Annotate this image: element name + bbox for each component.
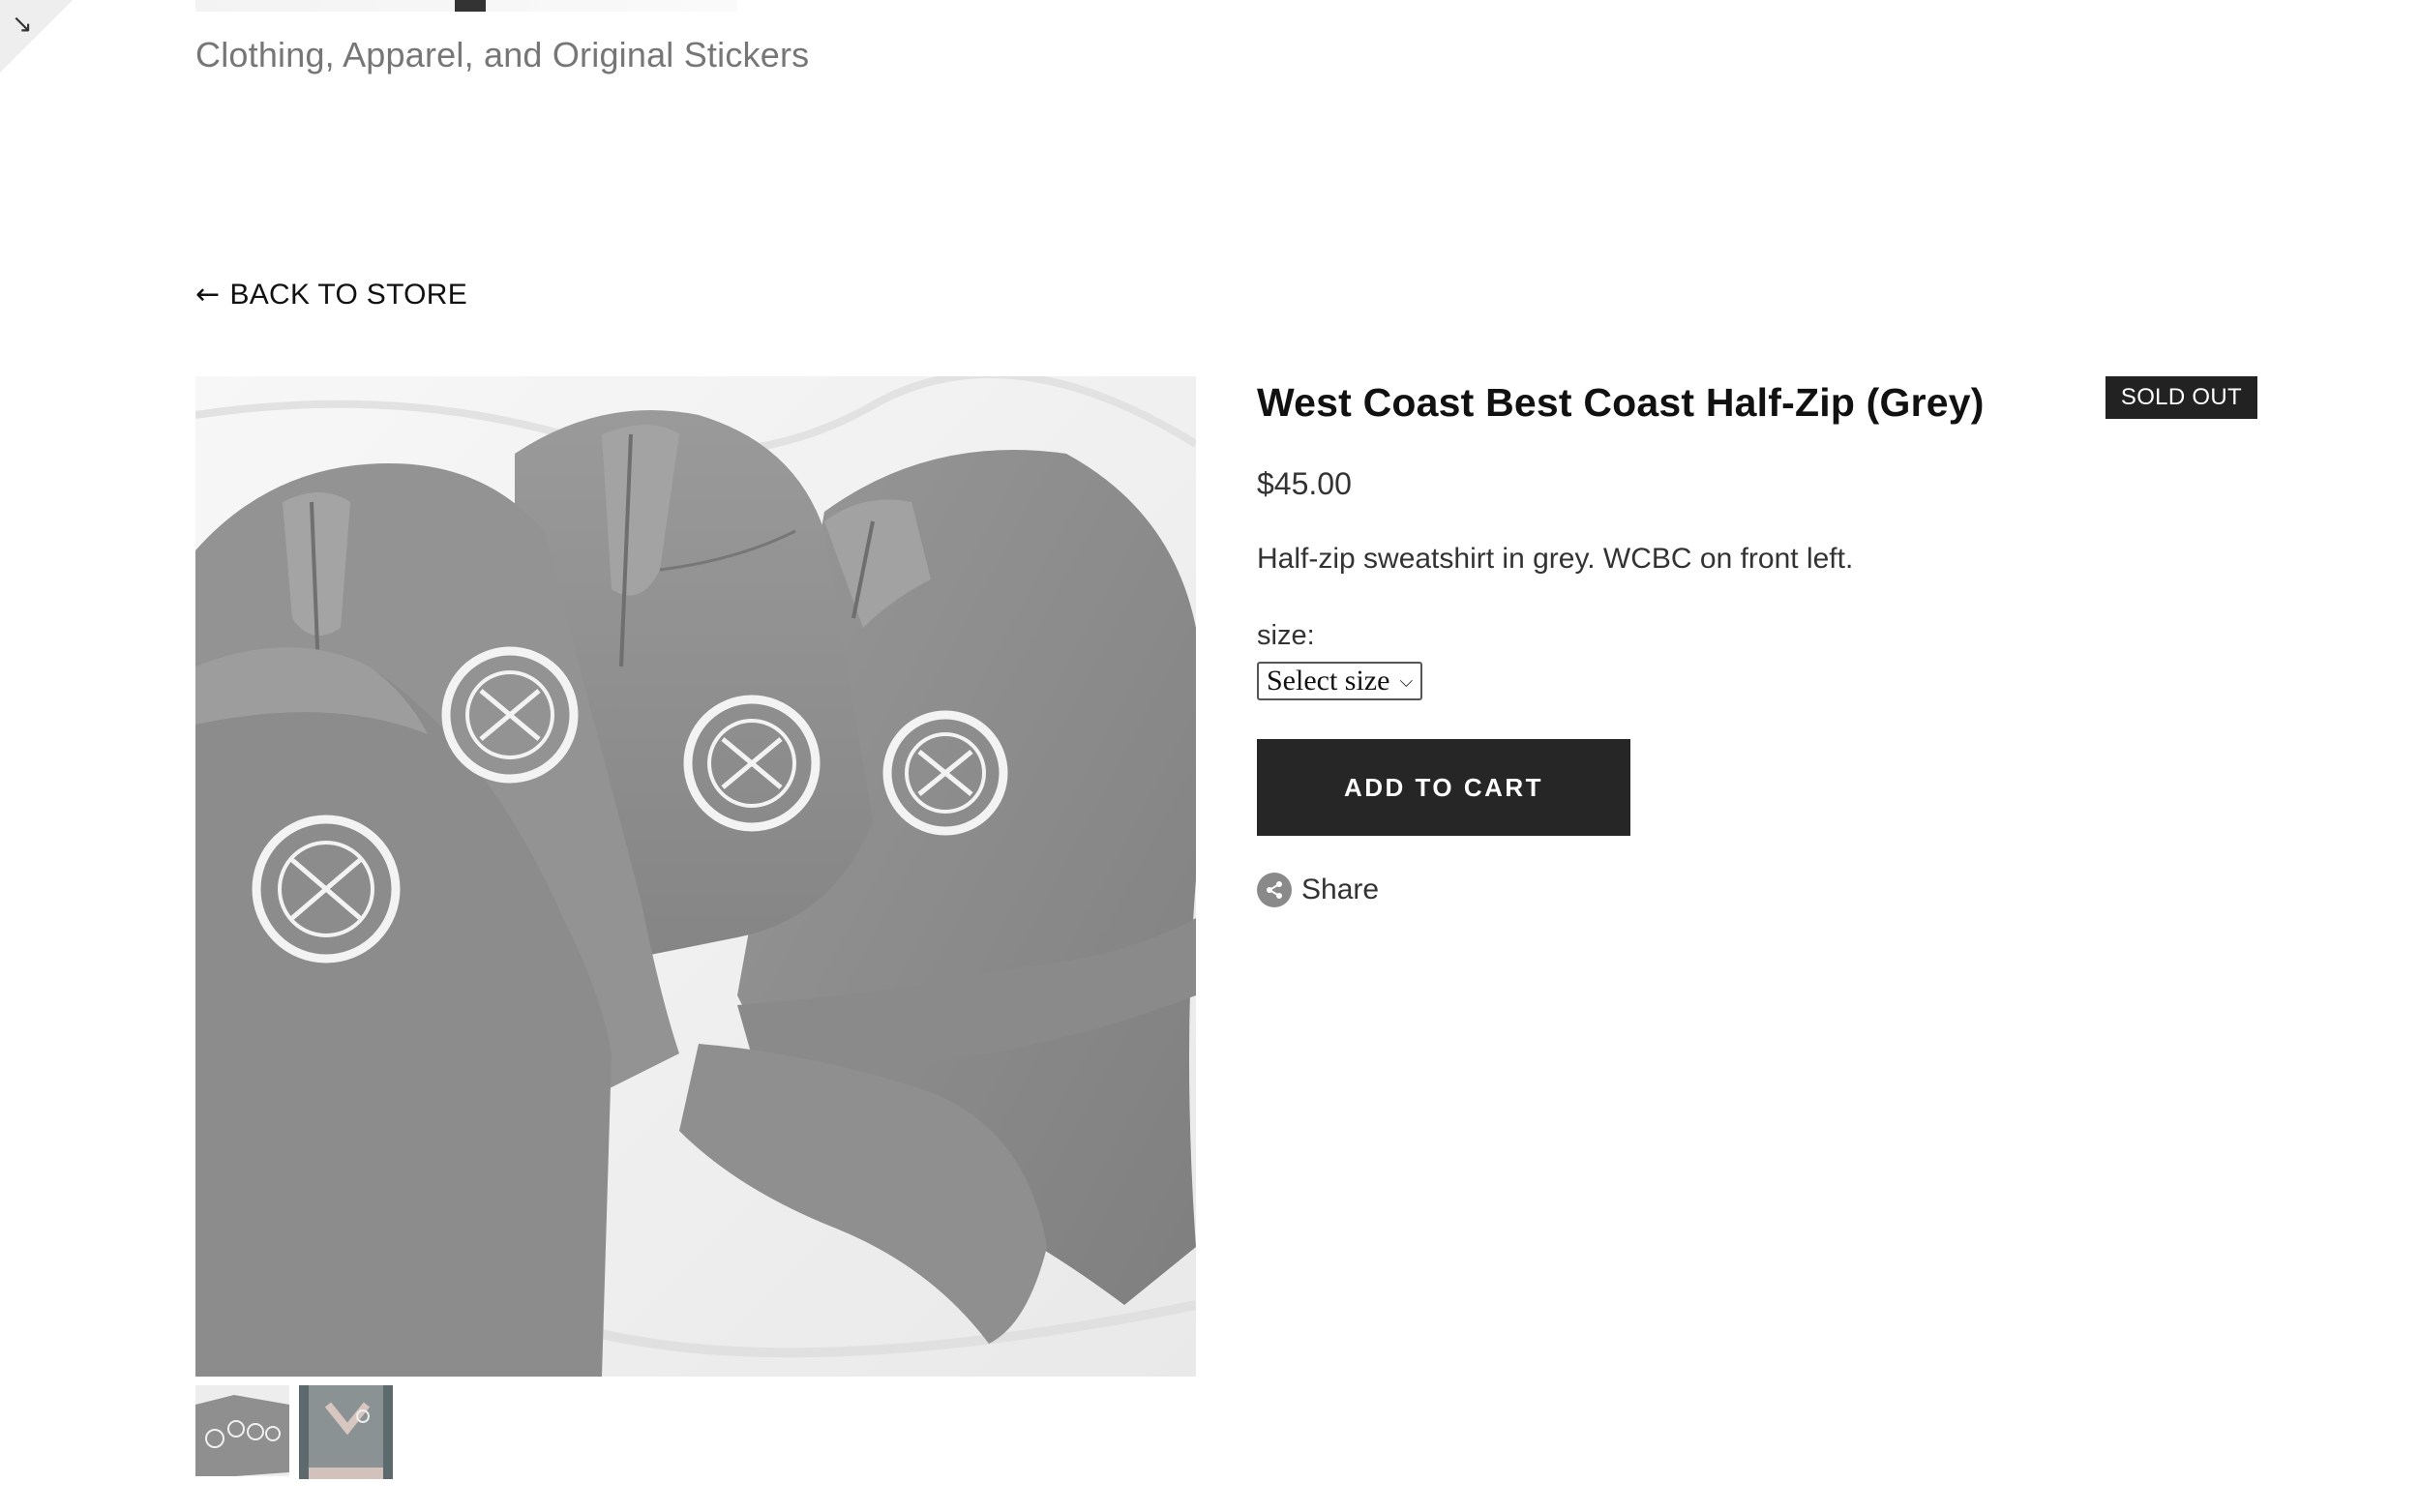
chevron-down-icon: ⌵ xyxy=(1399,670,1414,692)
expand-arrow-icon: ↘ xyxy=(12,10,33,39)
left-arrow-icon: ← xyxy=(195,278,221,311)
thumbnail-1[interactable] xyxy=(195,1385,289,1479)
share-label: Share xyxy=(1301,874,1380,905)
thumbnail-2-image xyxy=(299,1385,393,1479)
product-price: $45.00 xyxy=(1257,466,1352,501)
product-info: SOLD OUT West Coast Best Coast Half-Zip … xyxy=(1257,376,2257,907)
thumbnail-2[interactable] xyxy=(299,1385,393,1479)
product-description: Half-zip sweatshirt in grey. WCBC on fro… xyxy=(1257,543,1854,575)
add-to-cart-button[interactable]: ADD TO CART xyxy=(1257,739,1630,836)
logo-strip[interactable] xyxy=(195,0,737,12)
corner-fold[interactable]: ↘ xyxy=(0,0,73,73)
share-button[interactable]: Share xyxy=(1257,873,2257,907)
size-label: size: xyxy=(1257,620,1315,651)
back-to-store-label: BACK TO STORE xyxy=(229,278,468,311)
share-icon xyxy=(1257,873,1292,907)
sold-out-badge: SOLD OUT xyxy=(2105,376,2257,419)
logo-mark xyxy=(455,0,486,12)
back-to-store-link[interactable]: ← BACK TO STORE xyxy=(195,278,467,311)
store-tagline: Clothing, Apparel, and Original Stickers xyxy=(195,35,810,74)
product-main-image[interactable] xyxy=(195,376,1196,1377)
thumbnail-1-image xyxy=(195,1385,289,1476)
sweatshirt-photo xyxy=(195,376,1196,1377)
size-select[interactable]: Select size ⌵ xyxy=(1257,662,1423,700)
thumbnail-strip xyxy=(195,1385,393,1479)
size-select-value: Select size xyxy=(1267,665,1390,697)
